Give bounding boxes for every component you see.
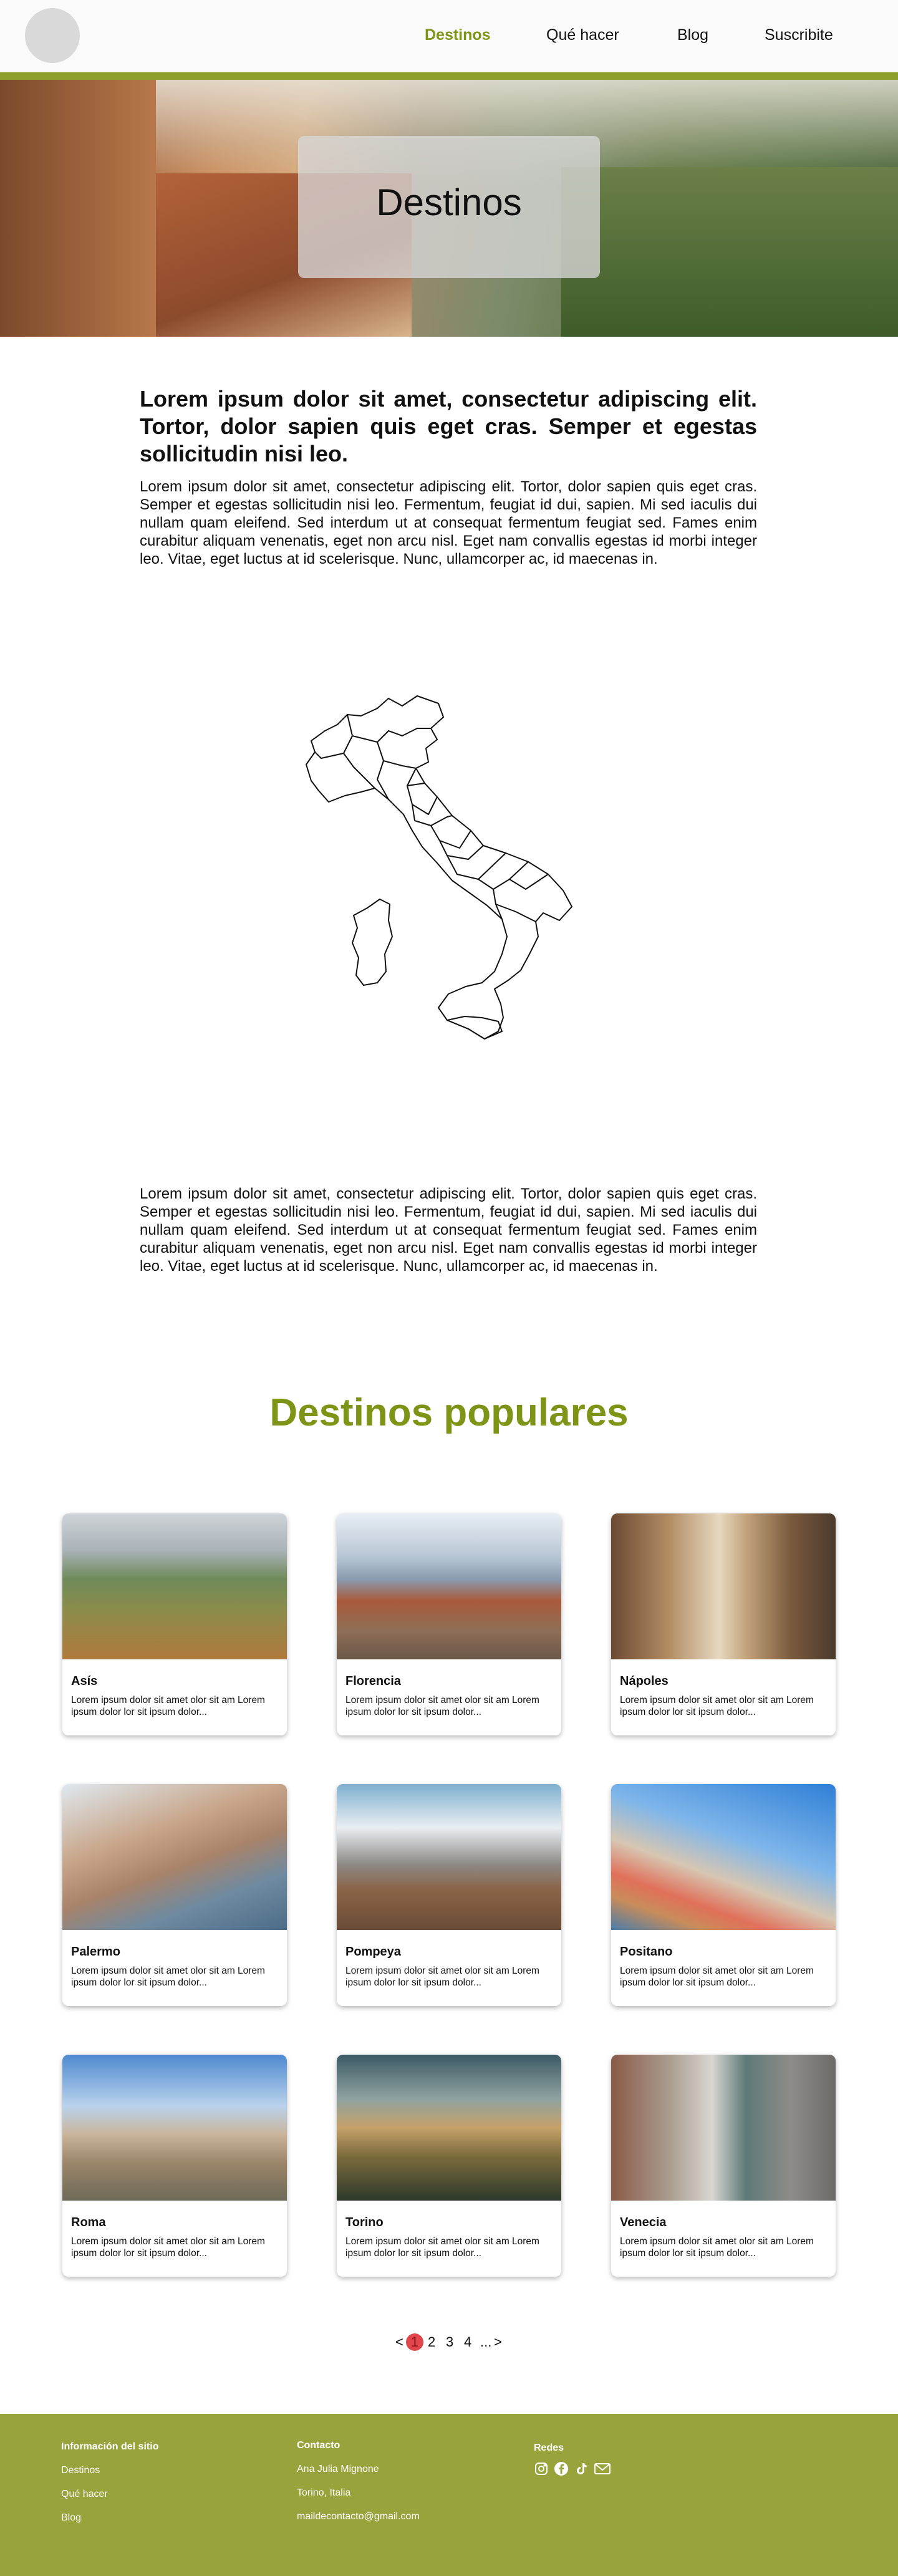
- destination-name: Venecia: [620, 2216, 667, 2229]
- intro-heading: Lorem ipsum dolor sit amet, consectetur …: [140, 386, 757, 466]
- destination-card-venecia[interactable]: Venecia Lorem ipsum dolor sit amet olor …: [611, 2055, 836, 2277]
- destination-name: Positano: [620, 1945, 673, 1959]
- mail-icon[interactable]: [594, 2461, 611, 2477]
- destination-image: [611, 2055, 836, 2201]
- footer-site-info-title: Información del sitio: [61, 2441, 159, 2452]
- pagination-page[interactable]: 2: [428, 2334, 435, 2350]
- sicily-outline: [447, 1016, 503, 1040]
- destination-name: Nápoles: [620, 1674, 669, 1688]
- destination-image: [62, 1513, 287, 1659]
- pagination-current-page[interactable]: 1: [406, 2333, 423, 2351]
- footer-link-destinos[interactable]: Destinos: [61, 2465, 100, 2476]
- instagram-icon[interactable]: [534, 2461, 550, 2477]
- destination-description: Lorem ipsum dolor sit amet olor sit am L…: [620, 1966, 814, 1988]
- destination-name: Asís: [71, 1674, 98, 1688]
- destination-description: Lorem ipsum dolor sit amet olor sit am L…: [620, 2236, 814, 2259]
- hero-title-box: Destinos: [298, 136, 600, 278]
- destination-name: Florencia: [345, 1674, 401, 1688]
- page-title: Destinos: [376, 181, 522, 223]
- pagination-page[interactable]: 3: [446, 2334, 453, 2350]
- footer-contact-name: Ana Julia Mignone: [297, 2464, 379, 2474]
- tiktok-icon[interactable]: [574, 2461, 590, 2477]
- destination-image: [337, 1784, 561, 1930]
- destination-name: Palermo: [71, 1945, 120, 1959]
- italy-region-lines: [314, 714, 549, 922]
- destination-image: [62, 2055, 287, 2201]
- nav-destinos[interactable]: Destinos: [425, 26, 491, 44]
- pagination-page[interactable]: 4: [464, 2334, 471, 2350]
- destination-image: [337, 1513, 561, 1659]
- destination-card-asis[interactable]: Asís Lorem ipsum dolor sit amet olor sit…: [62, 1513, 287, 1735]
- destination-image: [62, 1784, 287, 1930]
- destination-description: Lorem ipsum dolor sit amet olor sit am L…: [71, 1966, 265, 1988]
- nav-blog[interactable]: Blog: [677, 26, 708, 44]
- destination-description: Lorem ipsum dolor sit amet olor sit am L…: [71, 2236, 265, 2259]
- destination-card-roma[interactable]: Roma Lorem ipsum dolor sit amet olor sit…: [62, 2055, 287, 2277]
- destination-description: Lorem ipsum dolor sit amet olor sit am L…: [71, 1695, 265, 1717]
- site-header: Destinos Qué hacer Blog Suscribite: [0, 0, 898, 72]
- destination-name: Roma: [71, 2216, 106, 2229]
- hero-hills: [561, 167, 898, 337]
- logo[interactable]: [25, 8, 80, 63]
- footer-contact-email[interactable]: maildecontacto@gmail.com: [297, 2511, 420, 2522]
- pagination-next[interactable]: >: [494, 2334, 502, 2350]
- destination-image: [611, 1784, 836, 1930]
- footer-contact-title: Contacto: [297, 2440, 340, 2451]
- footer-link-que-hacer[interactable]: Qué hacer: [61, 2489, 108, 2500]
- nav-suscribite[interactable]: Suscribite: [765, 26, 833, 44]
- destination-name: Torino: [345, 2216, 384, 2229]
- facebook-icon[interactable]: [554, 2461, 570, 2477]
- destination-image: [337, 2055, 561, 2201]
- intro-paragraph: Lorem ipsum dolor sit amet, consectetur …: [140, 478, 757, 567]
- italy-map-icon[interactable]: [284, 692, 614, 1060]
- body-paragraph: Lorem ipsum dolor sit amet, consectetur …: [140, 1185, 757, 1275]
- destination-card-torino[interactable]: Torino Lorem ipsum dolor sit amet olor s…: [337, 2055, 561, 2277]
- destination-name: Pompeya: [345, 1945, 401, 1959]
- pagination-prev[interactable]: <: [395, 2334, 403, 2350]
- destination-description: Lorem ipsum dolor sit amet olor sit am L…: [620, 1695, 814, 1717]
- hero-banner: Destinos: [0, 80, 898, 337]
- destination-image: [611, 1513, 836, 1659]
- destination-card-napoles[interactable]: Nápoles Lorem ipsum dolor sit amet olor …: [611, 1513, 836, 1735]
- destination-card-palermo[interactable]: Palermo Lorem ipsum dolor sit amet olor …: [62, 1784, 287, 2006]
- popular-destinations-title: Destinos populares: [269, 1391, 629, 1434]
- footer-contact-location: Torino, Italia: [297, 2487, 351, 2498]
- destination-description: Lorem ipsum dolor sit amet olor sit am L…: [345, 1695, 539, 1717]
- destination-description: Lorem ipsum dolor sit amet olor sit am L…: [345, 1966, 539, 1988]
- destination-card-positano[interactable]: Positano Lorem ipsum dolor sit amet olor…: [611, 1784, 836, 2006]
- nav-que-hacer[interactable]: Qué hacer: [546, 26, 619, 44]
- destination-card-pompeya[interactable]: Pompeya Lorem ipsum dolor sit amet olor …: [337, 1784, 561, 2006]
- pagination-ellipsis: ...: [480, 2334, 492, 2350]
- footer-social-title: Redes: [534, 2443, 564, 2453]
- accent-bar: [0, 72, 898, 80]
- destination-card-florencia[interactable]: Florencia Lorem ipsum dolor sit amet olo…: [337, 1513, 561, 1735]
- footer-link-blog[interactable]: Blog: [61, 2512, 81, 2524]
- sardinia-outline: [352, 899, 393, 986]
- hero-wall: [0, 80, 156, 337]
- site-footer: Información del sitio Destinos Qué hacer…: [0, 2414, 898, 2576]
- destination-description: Lorem ipsum dolor sit amet olor sit am L…: [345, 2236, 539, 2259]
